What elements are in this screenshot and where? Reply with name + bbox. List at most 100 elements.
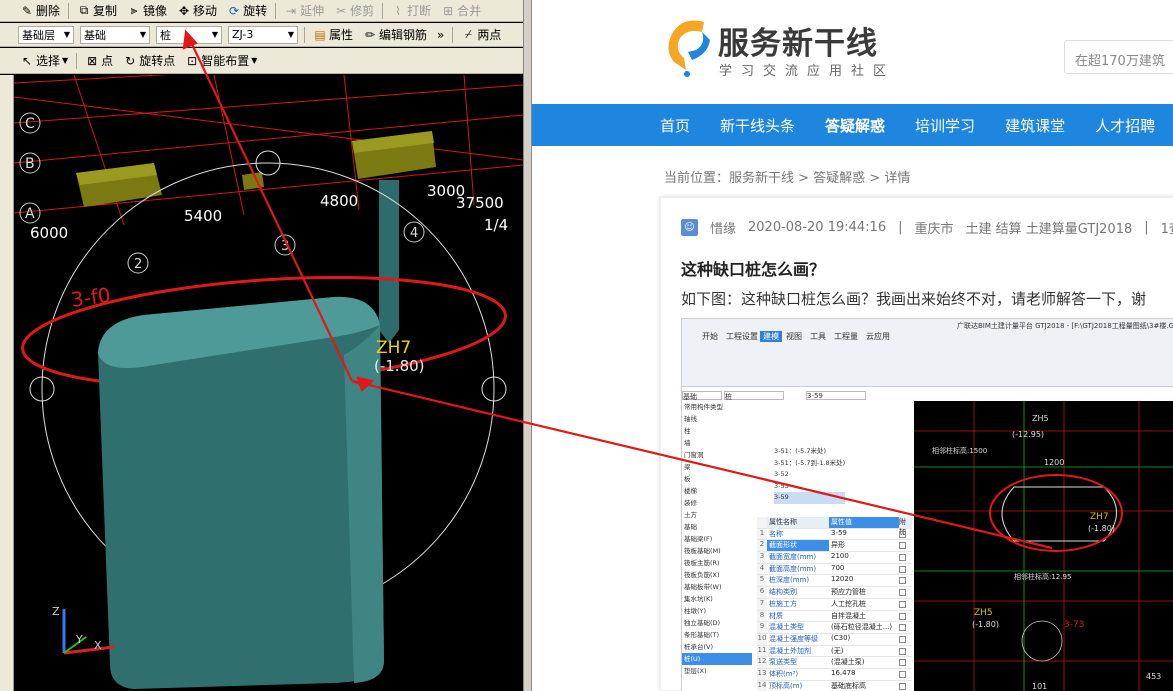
embedded-title: 广联达BIM土建计量平台 GTJ2018 - [F:\GTJ2018工程量图纸\… (957, 322, 1173, 330)
rotate-point-button[interactable]: ↻ 旋转点 (121, 51, 177, 71)
tree-item[interactable]: 常用构件类型 (682, 401, 752, 413)
extend-button[interactable]: ⇥ 延伸 (282, 1, 326, 21)
chevron-down-icon: ▼ (287, 30, 294, 39)
triad-z: Z (52, 605, 60, 618)
tree-item[interactable]: 桩承台(V) (682, 641, 752, 653)
tree-item[interactable]: 梁 (682, 461, 752, 473)
props-row[interactable]: 10 混凝土强度等级 (C30) (757, 633, 912, 646)
tree-item[interactable]: 柱墩(Y) (682, 605, 752, 617)
tree-item[interactable]: 门窗洞 (682, 449, 752, 461)
tree-item[interactable]: 轴线 (682, 413, 752, 425)
tree-item[interactable]: 独立基础(D) (682, 617, 752, 629)
site-logo-text[interactable]: 服务新干线 (718, 18, 878, 63)
props-row[interactable]: 2 截面形状 异形 (757, 540, 912, 553)
category-select[interactable]: 基础 ▼ (80, 25, 150, 44)
checkbox[interactable] (899, 589, 906, 597)
search-input[interactable]: 在超170万建筑 (1064, 40, 1173, 74)
checkbox[interactable] (899, 554, 906, 562)
props-row[interactable]: 12 泵送类型 (混凝土泵) (757, 657, 912, 669)
tree-item[interactable]: 条形基础(T) (682, 629, 752, 641)
axis-label-a: A (25, 206, 35, 222)
nav-item-training[interactable]: 培训学习 (915, 115, 975, 136)
tree-item[interactable]: 筏板基础(M) (682, 545, 752, 557)
component-list-item[interactable]: 3-51：(-5.7米处) (774, 446, 845, 458)
props-row[interactable]: 13 体积(m³) 16.478 (757, 668, 912, 681)
tree-item[interactable]: 集水坑(K) (682, 593, 752, 605)
toolbar-more-button[interactable]: » (435, 25, 446, 45)
tree-item[interactable]: 桩(U) (682, 653, 752, 665)
checkbox[interactable] (899, 659, 906, 667)
tree-item[interactable]: 柱 (682, 425, 752, 437)
tree-item[interactable]: 筏板负筋(X) (682, 569, 752, 581)
trim-button[interactable]: ✂ 修剪 (332, 1, 376, 21)
nav-item-home[interactable]: 首页 (660, 115, 690, 136)
checkbox[interactable] (899, 624, 906, 632)
checkbox[interactable] (899, 600, 906, 608)
rotate-button[interactable]: ⟳ 旋转 (225, 1, 269, 21)
checkbox[interactable] (899, 565, 906, 573)
props-row[interactable]: 7 桩施工方 人工挖孔桩 (757, 598, 912, 611)
avatar[interactable]: ☺ (681, 219, 698, 236)
mirror-button[interactable]: ⫸ 镜像 (125, 1, 169, 21)
type-select[interactable]: 桩 ▼ (156, 25, 222, 44)
props-row[interactable]: 1 名称 3-59 (757, 528, 912, 541)
checkbox[interactable] (899, 612, 906, 620)
point-button[interactable]: ⊠ 点 (83, 51, 115, 71)
embedded-tab: 视图 (786, 332, 802, 341)
tree-item[interactable]: 装修 (682, 497, 752, 509)
component-list-item[interactable]: 3-53 (774, 481, 845, 493)
nav-item-classroom[interactable]: 建筑课堂 (1005, 115, 1065, 136)
component-list-item[interactable]: 3-51：(-5.7到-1.8米处) (774, 458, 845, 470)
layer-select[interactable]: 基础层 ▼ (18, 25, 74, 44)
props-row[interactable]: 4 截面高度(mm) 700 (757, 563, 912, 576)
checkbox[interactable] (899, 682, 906, 690)
tree-item[interactable]: 基础 (682, 521, 752, 533)
tree-item[interactable]: 基础梁(F) (682, 533, 752, 545)
cad-label: ZH7 (1090, 512, 1109, 522)
merge-button[interactable]: ⊞ 合并 (439, 1, 483, 21)
delete-button[interactable]: ✎ 删除 (18, 1, 62, 21)
nav-item-qa[interactable]: 答疑解惑 (825, 115, 885, 136)
props-row[interactable]: 14 顶标高(m) 基础底标高 (757, 680, 912, 691)
properties-button[interactable]: ▤ 属性 (311, 25, 355, 45)
props-row[interactable]: 6 结构类别 预应力管桩 (757, 587, 912, 599)
props-row[interactable]: 3 截面宽度(mm) 2100 (757, 552, 912, 564)
checkbox[interactable] (899, 577, 906, 585)
props-row[interactable]: 5 桩深度(mm) 12020 (757, 575, 912, 588)
smart-layout-button[interactable]: ⊡ 智能布置 ▼ (183, 51, 259, 71)
two-points-button[interactable]: ⌿ 两点 (459, 25, 503, 45)
tree-item[interactable]: 板 (682, 473, 752, 485)
checkbox[interactable] (899, 530, 906, 538)
checkbox[interactable] (899, 670, 906, 678)
break-button[interactable]: ⌇ 打断 (389, 1, 433, 21)
component-list-item[interactable]: 3-59 (774, 492, 846, 504)
checkbox[interactable] (899, 542, 906, 550)
component-list-item[interactable]: 3-52 (774, 469, 845, 481)
edit-rebar-button[interactable]: ✏ 编辑钢筋 (361, 25, 429, 45)
props-row[interactable]: 9 混凝土类型 (砾石粒径混凝土...) (757, 622, 912, 634)
move-button[interactable]: ✥ 移动 (175, 1, 219, 21)
nav-item-jobs[interactable]: 人才招聘 (1095, 115, 1155, 136)
3d-viewport[interactable]: C B A 2 3 4 6000 5400 4800 3000 37500 1/… (14, 75, 523, 691)
copy-button[interactable]: ⧉ 复制 (75, 1, 119, 21)
author-name[interactable]: 惜缘 (710, 218, 736, 237)
props-row[interactable]: 8 材质 自拌混凝土 (757, 610, 912, 623)
embedded-list: 3-51：(-5.7米处) 3-51：(-5.7到-1.8米处) 3-52 3-53 3… (774, 446, 846, 504)
tree-item[interactable]: 土方 (682, 509, 752, 521)
tree-item[interactable]: 墙 (682, 437, 752, 449)
component-select[interactable]: ZJ-3 ▼ (228, 25, 298, 44)
rotate-icon: ⟳ (229, 3, 240, 18)
checkbox[interactable] (899, 635, 906, 643)
props-row[interactable]: 11 混凝土外加剂 (无) (757, 645, 912, 658)
tree-item[interactable]: 基础板带(W) (682, 581, 752, 593)
tree-item[interactable]: 筏板主筋(R) (682, 557, 752, 569)
tree-item[interactable]: 垫层(X) (682, 665, 752, 677)
window-divider[interactable] (523, 0, 532, 691)
eraser-icon: ✎ (21, 3, 33, 18)
checkbox[interactable] (899, 647, 906, 655)
tree-item[interactable]: 楼梯 (682, 485, 752, 497)
nav-item-headlines[interactable]: 新干线头条 (720, 115, 795, 136)
props-header: 属性名称 属性值 附加 (757, 517, 912, 536)
select-button[interactable]: ↖ 选择 ▼ (18, 51, 70, 71)
embedded-screenshot[interactable]: 广联达BIM土建计量平台 GTJ2018 - [F:\GTJ2018工程量图纸\… (681, 318, 1173, 691)
